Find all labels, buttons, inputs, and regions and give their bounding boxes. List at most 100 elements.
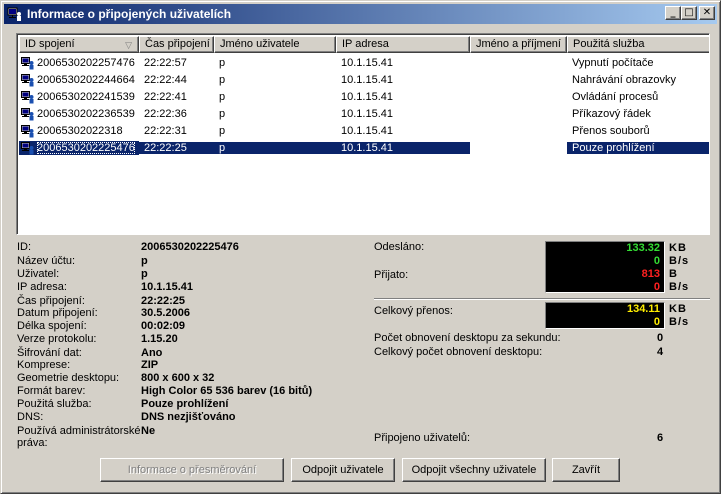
detail-label: Název účtu: xyxy=(17,255,76,267)
refresh-total-value: 4 xyxy=(657,346,664,358)
cell-user: p xyxy=(219,90,226,103)
connection-user-icon xyxy=(21,56,34,69)
cell-service: Pouze prohlížení xyxy=(567,141,709,154)
close-window-button[interactable]: ✕ xyxy=(699,6,715,20)
column-header-id[interactable]: ID spojení ▽ xyxy=(19,36,139,53)
detail-value: ZIP xyxy=(141,359,159,371)
detail-value: 00:02:09 xyxy=(141,320,186,332)
detail-value: 800 x 600 x 32 xyxy=(141,372,215,384)
cell-time: 22:22:25 xyxy=(139,141,214,154)
connected-users-label: Připojeno uživatelů: xyxy=(374,432,471,444)
column-header-time[interactable]: Čas připojení xyxy=(139,36,214,53)
received-label: Přijato: xyxy=(374,269,409,281)
detail-value: p xyxy=(141,268,148,280)
connection-user-icon xyxy=(21,124,34,137)
cell-user: p xyxy=(219,73,226,86)
detail-label: DNS: xyxy=(17,411,44,423)
table-row[interactable]: 2006530202236539 22:22:36 p 10.1.15.41 Příka… xyxy=(19,105,709,122)
sent-rate-value: 0 xyxy=(653,255,660,267)
column-header-fullname[interactable]: Jméno a příjmení xyxy=(470,36,567,53)
detail-value: DNS nezjišťováno xyxy=(141,411,236,423)
detail-label: Formát barev: xyxy=(17,385,86,397)
detail-label: Použitá služba: xyxy=(17,398,92,410)
detail-label: ID: xyxy=(17,241,32,253)
cell-time: 22:22:36 xyxy=(144,107,187,120)
detail-value: Ano xyxy=(141,347,163,359)
detail-label: Komprese: xyxy=(17,359,71,371)
cell-ip: 10.1.15.41 xyxy=(341,107,393,120)
cell-service: Vypnutí počítače xyxy=(572,56,654,69)
detail-value: 30.5.2006 xyxy=(141,307,190,319)
received-total-unit: B xyxy=(669,268,678,280)
transfer-rate-value: 0 xyxy=(653,316,660,328)
detail-value: 1.15.20 xyxy=(141,333,178,345)
list-header: ID spojení ▽ Čas připojení Jméno uživate… xyxy=(19,36,709,53)
detail-value: p xyxy=(141,255,148,267)
table-row[interactable]: 2006530202257476 22:22:57 p 10.1.15.41 Vypnu… xyxy=(19,54,709,71)
cell-id: 2006530202241539 xyxy=(19,90,139,104)
detail-value: High Color 65 536 barev (16 bitů) xyxy=(141,385,313,397)
cell-time: 22:22:57 xyxy=(144,56,187,69)
cell-user: p xyxy=(219,107,226,120)
detail-label: Verze protokolu: xyxy=(17,333,97,345)
detail-label: IP adresa: xyxy=(17,281,67,293)
connection-id: 2006530202244664 xyxy=(37,73,135,86)
transfer-total-unit: KB xyxy=(669,303,687,315)
cell-ip: 10.1.15.41 xyxy=(341,90,393,103)
detail-label: Šifrování dat: xyxy=(17,347,82,359)
minimize-button[interactable]: _ xyxy=(665,6,681,20)
connection-user-icon xyxy=(21,90,34,103)
cell-ip: 10.1.15.41 xyxy=(336,141,470,154)
connection-user-icon xyxy=(21,107,34,120)
cell-user: p xyxy=(219,56,226,69)
redirect-info-button[interactable]: Informace o přesměrování xyxy=(100,458,284,482)
sent-received-meter: 133.32 0 813 0 xyxy=(545,241,665,293)
cell-service: Ovládání procesů xyxy=(572,90,659,103)
connection-id: 2006530202241539 xyxy=(37,90,135,103)
cell-ip: 10.1.15.41 xyxy=(341,56,393,69)
cell-ip: 10.1.15.41 xyxy=(341,124,393,137)
received-rate-value: 0 xyxy=(653,281,660,293)
dialog-window: Informace o připojených uživatelích _ □ … xyxy=(0,0,721,494)
sent-rate-unit: B/s xyxy=(669,255,690,267)
connected-users-value: 6 xyxy=(657,432,664,444)
cell-id: 2006530202244664 xyxy=(19,73,139,87)
detail-label: Délka spojení: xyxy=(17,320,87,332)
disconnect-user-button[interactable]: Odpojit uživatele xyxy=(291,458,395,482)
column-header-user[interactable]: Jméno uživatele xyxy=(214,36,336,53)
sent-total-unit: KB xyxy=(669,242,687,254)
received-total-value: 813 xyxy=(641,268,660,280)
refresh-per-sec-label: Počet obnovení desktopu za sekundu: xyxy=(374,332,561,344)
connection-user-icon xyxy=(21,73,34,86)
users-network-icon xyxy=(7,6,23,22)
cell-id: 2006530202225476 xyxy=(19,140,139,155)
transfer-rate-unit: B/s xyxy=(669,316,690,328)
transfer-label: Celkový přenos: xyxy=(374,305,453,317)
cell-time: 22:22:41 xyxy=(144,90,187,103)
transfer-total-value: 134.11 xyxy=(626,303,660,315)
title-bar[interactable]: Informace o připojených uživatelích _ □ … xyxy=(4,4,717,24)
transfer-meter: 134.11 0 xyxy=(545,302,665,329)
disconnect-all-button[interactable]: Odpojit všechny uživatele xyxy=(402,458,546,482)
table-row[interactable]: 2006530202241539 22:22:41 p 10.1.15.41 Ovlád… xyxy=(19,88,709,105)
window-title: Informace o připojených uživatelích xyxy=(27,7,232,21)
column-header-ip[interactable]: IP adresa xyxy=(336,36,470,53)
table-row[interactable]: 20065302022318 22:22:31 p 10.1.15.41 Přenos … xyxy=(19,122,709,139)
table-row[interactable]: 2006530202244664 22:22:44 p 10.1.15.41 Nahrá… xyxy=(19,71,709,88)
maximize-button[interactable]: □ xyxy=(681,6,697,20)
detail-label: Datum připojení: xyxy=(17,307,98,319)
connection-id: 2006530202225476 xyxy=(37,141,135,154)
detail-label: Uživatel: xyxy=(17,268,60,280)
connections-list[interactable]: ID spojení ▽ Čas připojení Jméno uživate… xyxy=(16,33,710,235)
detail-value: 2006530202225476 xyxy=(141,241,239,253)
column-header-service[interactable]: Použitá služba xyxy=(567,36,709,53)
close-button[interactable]: Zavřít xyxy=(552,458,620,482)
detail-label: Čas připojení: xyxy=(17,295,85,307)
table-row[interactable]: 2006530202225476 22:22:25 p 10.1.15.41 Pouze… xyxy=(19,139,709,156)
sent-label: Odesláno: xyxy=(374,241,425,253)
detail-value: Ne xyxy=(141,425,156,437)
detail-value: Pouze prohlížení xyxy=(141,398,229,410)
cell-service: Přenos souborů xyxy=(572,124,650,137)
connection-id: 20065302022318 xyxy=(37,124,123,137)
cell-id: 2006530202257476 xyxy=(19,56,139,70)
